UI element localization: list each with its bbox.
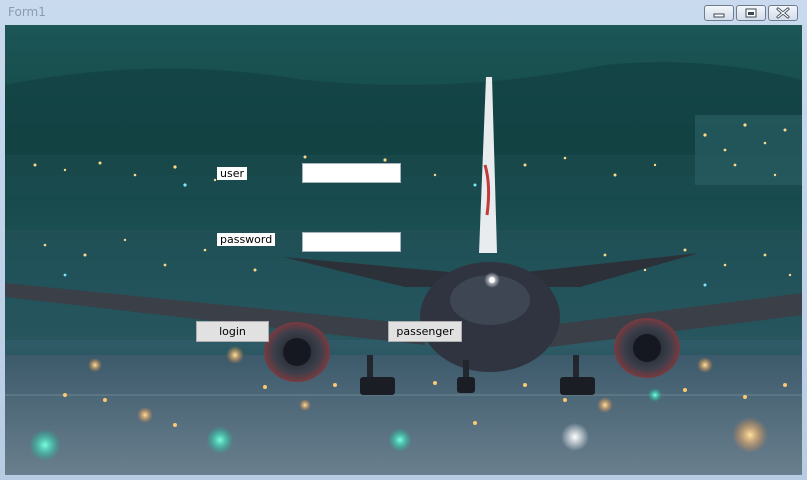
form1-window: Form1 user password login passenger	[0, 0, 807, 480]
form-client-area: user password login passenger	[5, 25, 802, 475]
password-input[interactable]	[302, 232, 401, 252]
title-bar[interactable]: Form1	[0, 0, 807, 25]
login-button[interactable]: login	[196, 321, 269, 342]
maximize-icon	[745, 8, 757, 18]
password-label: password	[217, 233, 276, 246]
airplane-background-image	[5, 25, 802, 475]
minimize-button[interactable]	[704, 5, 734, 21]
window-title: Form1	[8, 5, 46, 19]
passenger-button[interactable]: passenger	[388, 321, 462, 342]
close-button[interactable]	[768, 5, 798, 21]
user-input[interactable]	[302, 163, 401, 183]
close-icon	[776, 7, 790, 19]
maximize-button[interactable]	[736, 5, 766, 21]
user-label: user	[217, 167, 247, 180]
minimize-icon	[713, 13, 725, 18]
